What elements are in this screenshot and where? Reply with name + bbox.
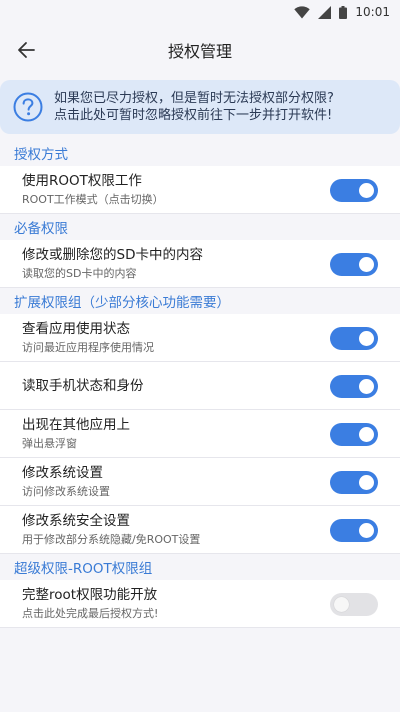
- status-bar: 10:01: [0, 0, 400, 24]
- app-bar: 授权管理: [0, 24, 400, 76]
- overlay-toggle[interactable]: [330, 423, 378, 446]
- status-time: 10:01: [355, 5, 390, 19]
- signal-icon: [318, 5, 332, 19]
- write-settings-toggle[interactable]: [330, 471, 378, 494]
- permission-row-write-settings[interactable]: 修改系统设置 访问修改系统设置: [0, 458, 400, 506]
- notice-text: 如果您已尽力授权，但是暂时无法授权部分权限? 点击此处可暂时忽略授权前往下一步并…: [54, 90, 334, 124]
- permission-row-root-mode[interactable]: 使用ROOT权限工作 ROOT工作模式（点击切换）: [0, 166, 400, 214]
- permission-row-storage[interactable]: 修改或删除您的SD卡中的内容 读取您的SD卡中的内容: [0, 240, 400, 288]
- section-header-required: 必备权限: [14, 221, 68, 237]
- usage-stats-toggle[interactable]: [330, 327, 378, 350]
- section-header-extended: 扩展权限组（少部分核心功能需要）: [14, 295, 230, 311]
- secure-settings-toggle[interactable]: [330, 519, 378, 542]
- question-circle-icon: [13, 92, 43, 122]
- battery-icon: [339, 5, 348, 19]
- page-title: 授权管理: [167, 42, 232, 61]
- permission-row-overlay[interactable]: 出现在其他应用上 弹出悬浮窗: [0, 410, 400, 458]
- storage-toggle[interactable]: [330, 253, 378, 276]
- section-header-auth-mode: 授权方式: [14, 147, 68, 163]
- notice-line-2: 点击此处可暂时忽略授权前往下一步并打开软件!: [54, 108, 333, 123]
- full-root-toggle[interactable]: [330, 593, 378, 616]
- permission-row-secure-settings[interactable]: 修改系统安全设置 用于修改部分系统隐藏/免ROOT设置: [0, 506, 400, 554]
- notice-line-1: 如果您已尽力授权，但是暂时无法授权部分权限?: [54, 91, 334, 106]
- phone-state-toggle[interactable]: [330, 375, 378, 398]
- root-mode-toggle[interactable]: [330, 179, 378, 202]
- back-button[interactable]: [8, 32, 44, 68]
- wifi-icon: [294, 5, 311, 19]
- section-header-super-root: 超级权限-ROOT权限组: [14, 561, 153, 577]
- permission-row-full-root[interactable]: 完整root权限功能开放 点击此处完成最后授权方式!: [0, 580, 400, 628]
- arrow-left-icon: [18, 42, 35, 58]
- permission-row-usage-stats[interactable]: 查看应用使用状态 访问最近应用程序使用情况: [0, 314, 400, 362]
- ignore-authorization-notice[interactable]: 如果您已尽力授权，但是暂时无法授权部分权限? 点击此处可暂时忽略授权前往下一步并…: [0, 80, 400, 134]
- permission-row-phone-state[interactable]: 读取手机状态和身份: [0, 362, 400, 410]
